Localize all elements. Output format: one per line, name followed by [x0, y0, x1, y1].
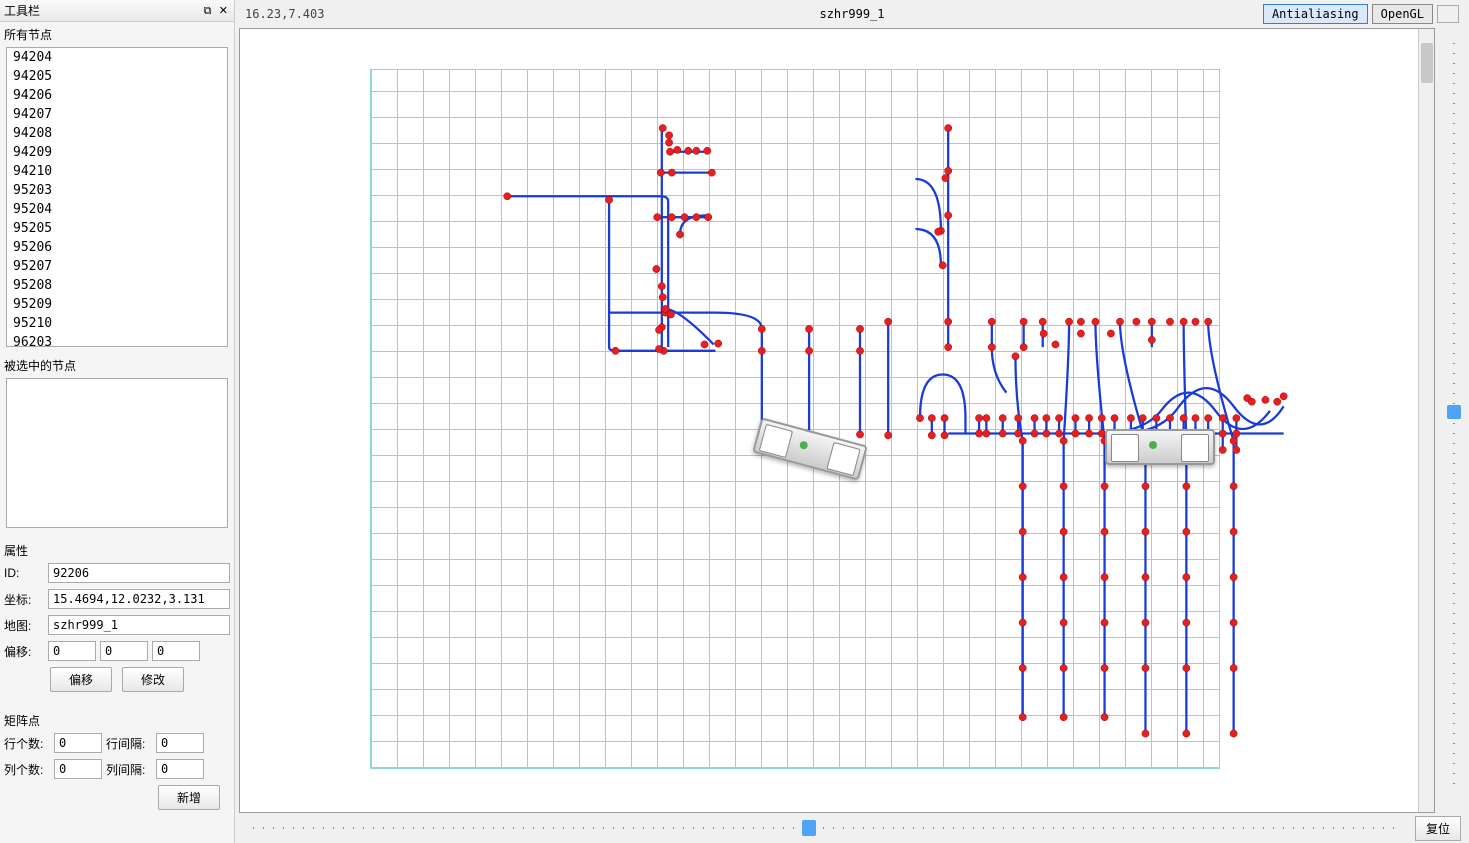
coord-label: 坐标:: [4, 591, 44, 608]
render-toggle-square[interactable]: [1437, 5, 1459, 23]
matrix-section: 矩阵点 行个数: 行间隔: 列个数: 列间隔: 新增: [0, 704, 234, 814]
grid-background: [370, 69, 1220, 769]
viewport-area: 16.23,7.403 szhr999_1 Antialiasing OpenG…: [235, 0, 1469, 843]
offset-label: 偏移:: [4, 643, 44, 660]
node-list-item[interactable]: 96203: [7, 333, 227, 347]
node-list-item[interactable]: 94210: [7, 162, 227, 181]
col-count-input[interactable]: [54, 759, 102, 779]
node-list-item[interactable]: 94207: [7, 105, 227, 124]
matrix-label: 矩阵点: [4, 708, 230, 733]
v-slider-thumb[interactable]: [1447, 405, 1461, 419]
node-list-item[interactable]: 94208: [7, 124, 227, 143]
sidebar-header: 工具栏 ⧉ ✕: [0, 0, 234, 22]
node-list-item[interactable]: 94205: [7, 67, 227, 86]
node-list-item[interactable]: 95209: [7, 295, 227, 314]
scrollbar-thumb[interactable]: [1421, 43, 1433, 83]
h-slider-track: [253, 827, 1397, 829]
selected-nodes-label: 被选中的节点: [0, 353, 234, 378]
node-list-item[interactable]: 95207: [7, 257, 227, 276]
sidebar-title: 工具栏: [4, 2, 40, 19]
viewport-header: 16.23,7.403 szhr999_1 Antialiasing OpenG…: [235, 0, 1469, 28]
row-count-label: 行个数:: [4, 735, 50, 752]
canvas-vertical-scrollbar[interactable]: [1418, 29, 1434, 812]
coord-input[interactable]: [48, 589, 230, 609]
add-matrix-button[interactable]: 新增: [158, 785, 220, 810]
h-slider-thumb[interactable]: [802, 820, 816, 836]
col-count-label: 列个数:: [4, 761, 50, 778]
reset-button[interactable]: 复位: [1415, 816, 1461, 841]
node-list-item[interactable]: 95205: [7, 219, 227, 238]
vertical-slider[interactable]: [1439, 28, 1469, 813]
node-list-item[interactable]: 94209: [7, 143, 227, 162]
offset-z-input[interactable]: [152, 641, 200, 661]
map-canvas[interactable]: [239, 28, 1435, 813]
node-list-item[interactable]: 94204: [7, 48, 227, 67]
node-list[interactable]: 9420494205942069420794208942099421095203…: [6, 47, 228, 347]
undock-icon[interactable]: ⧉: [202, 5, 214, 17]
node-list-item[interactable]: 95203: [7, 181, 227, 200]
offset-button[interactable]: 偏移: [50, 667, 112, 692]
node-list-item[interactable]: 94206: [7, 86, 227, 105]
selected-nodes-area[interactable]: [6, 378, 228, 528]
row-spacing-label: 行间隔:: [106, 735, 152, 752]
map-label: 地图:: [4, 617, 44, 634]
properties-section: 属性 ID: 坐标: 地图: 偏移: 偏移 修改: [0, 534, 234, 704]
id-input[interactable]: [48, 563, 230, 583]
node-list-item[interactable]: 95210: [7, 314, 227, 333]
modify-button[interactable]: 修改: [122, 667, 184, 692]
offset-y-input[interactable]: [100, 641, 148, 661]
node-list-item[interactable]: 95208: [7, 276, 227, 295]
map-title: szhr999_1: [819, 7, 884, 21]
toolbar-sidebar: 工具栏 ⧉ ✕ 所有节点 942049420594206942079420894…: [0, 0, 235, 843]
vehicle-icon[interactable]: [1105, 429, 1215, 465]
opengl-button[interactable]: OpenGL: [1372, 4, 1433, 24]
row-count-input[interactable]: [54, 733, 102, 753]
map-input[interactable]: [48, 615, 230, 635]
node-list-item[interactable]: 95204: [7, 200, 227, 219]
close-icon[interactable]: ✕: [217, 5, 230, 17]
properties-label: 属性: [4, 538, 230, 563]
node-list-item[interactable]: 95206: [7, 238, 227, 257]
col-spacing-label: 列间隔:: [106, 761, 152, 778]
offset-x-input[interactable]: [48, 641, 96, 661]
col-spacing-input[interactable]: [156, 759, 204, 779]
horizontal-slider[interactable]: [243, 818, 1407, 838]
cursor-coords: 16.23,7.403: [245, 7, 324, 21]
id-label: ID:: [4, 566, 44, 580]
antialiasing-button[interactable]: Antialiasing: [1263, 4, 1368, 24]
all-nodes-label: 所有节点: [0, 22, 234, 47]
row-spacing-input[interactable]: [156, 733, 204, 753]
